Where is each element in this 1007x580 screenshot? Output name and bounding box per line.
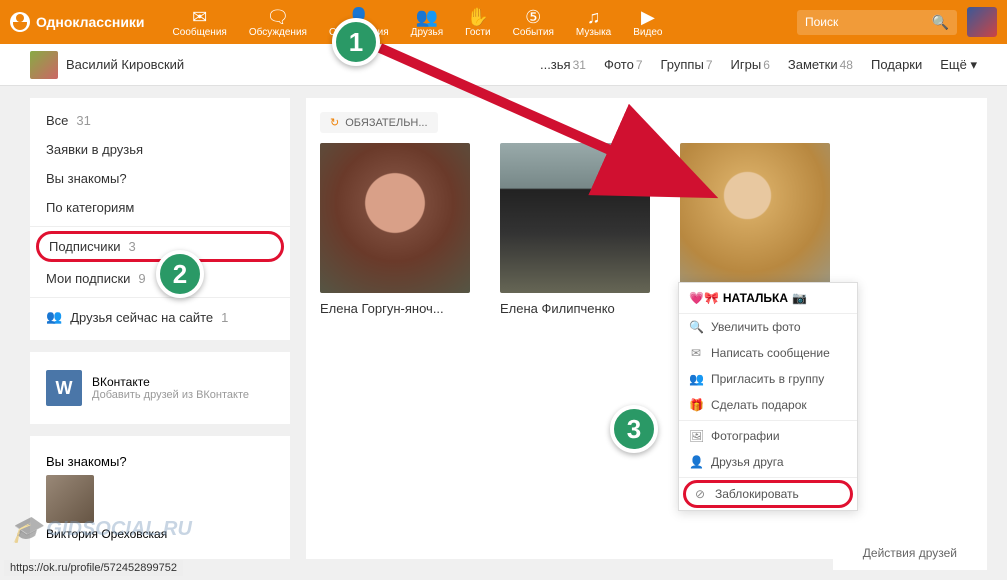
search-input[interactable] bbox=[805, 15, 932, 29]
tab-photos[interactable]: Фото7 bbox=[604, 57, 643, 72]
annotation-badge-1: 1 bbox=[332, 18, 380, 66]
sidebar: Все 31 Заявки в друзья Вы знакомы? По ка… bbox=[30, 98, 290, 559]
ctx-block[interactable]: ⊘Заблокировать bbox=[683, 480, 853, 508]
ctx-invite[interactable]: 👥Пригласить в группу bbox=[679, 366, 857, 392]
nav-label: Видео bbox=[633, 27, 662, 38]
friend-name[interactable]: Елена Филипченко bbox=[500, 301, 650, 316]
friend-name[interactable]: Елена Горгун-яноч... bbox=[320, 301, 470, 316]
nav-video[interactable]: ▶Видео bbox=[625, 5, 670, 40]
context-title: 💗🎀НАТАЛЬКА📷 bbox=[679, 283, 857, 314]
friend-photo[interactable] bbox=[320, 143, 470, 293]
nav-guests[interactable]: ✋Гости bbox=[457, 5, 498, 40]
nav-label: События bbox=[513, 27, 554, 38]
nav-discussions[interactable]: 🗨Обсуждения bbox=[241, 5, 315, 40]
nav-label: Сообщения bbox=[173, 27, 227, 38]
events-icon: ⑤ bbox=[525, 7, 541, 27]
video-icon: ▶ bbox=[641, 7, 655, 27]
photos-icon: 🖼 bbox=[689, 429, 703, 443]
profile-link[interactable]: Василий Кировский bbox=[30, 51, 184, 79]
music-icon: ♫ bbox=[587, 7, 601, 27]
sidebar-item-know[interactable]: Вы знакомы? bbox=[30, 164, 290, 193]
tab-notes[interactable]: Заметки48 bbox=[788, 57, 853, 72]
vk-icon: W bbox=[46, 370, 82, 406]
friend-card[interactable]: Елена Филипченко bbox=[500, 143, 650, 316]
user-avatar[interactable] bbox=[967, 7, 997, 37]
sidebar-item-online[interactable]: 👥Друзья сейчас на сайте 1 bbox=[30, 302, 290, 332]
hand-icon: ✋ bbox=[467, 7, 489, 27]
people-icon: 👥 bbox=[46, 309, 62, 325]
watermark: 🎓GIDSOCIAL.RU bbox=[10, 514, 192, 545]
sidebar-item-categories[interactable]: По категориям bbox=[30, 193, 290, 222]
mail-icon: ✉ bbox=[689, 346, 703, 360]
site-name: Одноклассники bbox=[36, 14, 145, 30]
top-bar: Одноклассники ✉Сообщения 🗨Обсуждения 👤Оп… bbox=[0, 0, 1007, 44]
tab-games[interactable]: Игры6 bbox=[731, 57, 770, 72]
suggest-title: Вы знакомы? bbox=[46, 454, 274, 469]
nav-messages[interactable]: ✉Сообщения bbox=[165, 5, 235, 40]
sidebar-item-requests[interactable]: Заявки в друзья bbox=[30, 135, 290, 164]
profile-pic bbox=[30, 51, 58, 79]
context-menu: 💗🎀НАТАЛЬКА📷 🔍Увеличить фото ✉Написать со… bbox=[678, 282, 858, 511]
tag-label: ОБЯЗАТЕЛЬН... bbox=[345, 117, 427, 129]
ctx-gift[interactable]: 🎁Сделать подарок bbox=[679, 392, 857, 418]
nav-label: Обсуждения bbox=[249, 27, 307, 38]
ctx-zoom[interactable]: 🔍Увеличить фото bbox=[679, 314, 857, 340]
mail-icon: ✉ bbox=[192, 7, 207, 27]
site-logo[interactable]: Одноклассники bbox=[10, 12, 145, 32]
top-nav: ✉Сообщения 🗨Обсуждения 👤Оповещения 👥Друз… bbox=[165, 5, 671, 40]
profile-name: Василий Кировский bbox=[66, 57, 184, 72]
nav-music[interactable]: ♫Музыка bbox=[568, 5, 619, 40]
chat-icon: 🗨 bbox=[266, 7, 289, 27]
nav-label: Гости bbox=[465, 27, 490, 38]
nav-events[interactable]: ⑤События bbox=[505, 5, 562, 40]
tab-gifts[interactable]: Подарки bbox=[871, 57, 922, 72]
vk-title: ВКонтакте bbox=[92, 375, 249, 389]
nav-label: Друзья bbox=[411, 27, 443, 38]
search-icon[interactable]: 🔍 bbox=[932, 14, 949, 31]
group-icon: 👥 bbox=[689, 372, 703, 386]
refresh-icon: ↻ bbox=[330, 116, 339, 129]
main-panel: ↻ ОБЯЗАТЕЛЬН... Елена Горгун-яноч... Елен… bbox=[306, 98, 987, 559]
ctx-message[interactable]: ✉Написать сообщение bbox=[679, 340, 857, 366]
grad-cap-icon: 🎓 bbox=[10, 514, 42, 545]
ctx-mutual[interactable]: 👤Друзья друга bbox=[679, 449, 857, 475]
vk-subtitle: Добавить друзей из ВКонтакте bbox=[92, 389, 249, 401]
tab-more[interactable]: Ещё ▾ bbox=[940, 57, 977, 73]
block-icon: ⊘ bbox=[693, 487, 707, 501]
friends-icon: 👥 bbox=[416, 7, 438, 27]
person-icon: 👤 bbox=[689, 455, 703, 469]
sidebar-item-subscribers[interactable]: Подписчики 3 bbox=[36, 231, 284, 262]
annotation-badge-3: 3 bbox=[610, 405, 658, 453]
ok-logo-icon bbox=[10, 12, 30, 32]
ctx-photos[interactable]: 🖼Фотографии bbox=[679, 423, 857, 449]
nav-label: Музыка bbox=[576, 27, 611, 38]
tab-friends[interactable]: ...зья31 bbox=[540, 57, 586, 72]
search-box[interactable]: 🔍 bbox=[797, 10, 957, 35]
profile-subnav: Василий Кировский ...зья31 Фото7 Группы7… bbox=[0, 44, 1007, 86]
annotation-badge-2: 2 bbox=[156, 250, 204, 298]
friend-photo[interactable] bbox=[680, 143, 830, 293]
nav-friends[interactable]: 👥Друзья bbox=[403, 5, 451, 40]
sidebar-item-all[interactable]: Все 31 bbox=[30, 106, 290, 135]
filter-tag[interactable]: ↻ ОБЯЗАТЕЛЬН... bbox=[320, 112, 438, 133]
gift-icon: 🎁 bbox=[689, 398, 703, 412]
footer-actions[interactable]: Действия друзей bbox=[833, 536, 987, 570]
zoom-icon: 🔍 bbox=[689, 320, 703, 334]
status-bar-url: https://ok.ru/profile/572452899752 bbox=[4, 560, 183, 576]
tab-groups[interactable]: Группы7 bbox=[661, 57, 713, 72]
friend-photo[interactable] bbox=[500, 143, 650, 293]
vk-import[interactable]: W ВКонтактеДобавить друзей из ВКонтакте bbox=[30, 360, 290, 416]
friend-card[interactable]: Елена Горгун-яноч... bbox=[320, 143, 470, 316]
